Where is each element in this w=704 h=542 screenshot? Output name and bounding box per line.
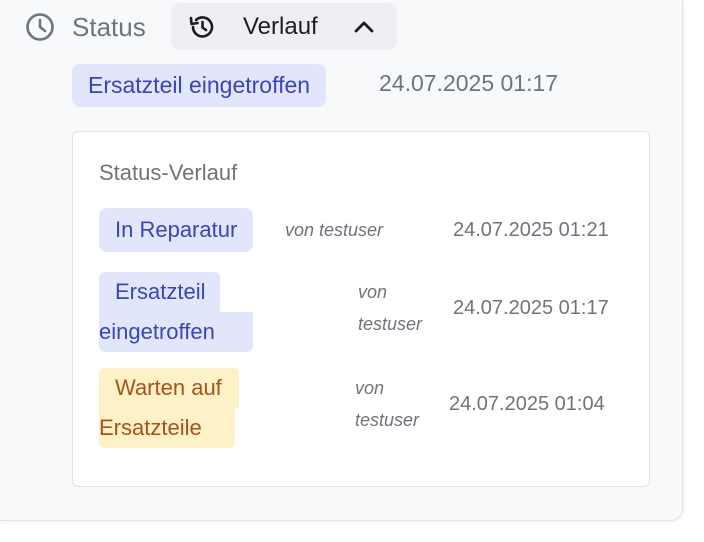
history-title: Status-Verlauf [99,160,238,185]
current-status-badge: Ersatzteil eingetroffen [72,64,327,107]
changed-by-text: von testuser [285,220,384,240]
status-badge: Ersatzteil eingetroffen [99,272,253,352]
history-row: In Reparatur von testuser 24.07.2025 01:… [73,208,649,252]
changed-by-text: testuser [358,314,423,334]
status-badge-line: Warten auf [99,368,239,408]
history-toggle-label: Verlauf [243,13,318,40]
history-timestamp: 24.07.2025 01:21 [453,219,609,241]
changed-by-text: testuser [355,410,420,430]
status-label: Status [72,12,146,42]
status-badge-line: eingetroffen [99,312,253,352]
current-status-timestamp: 24.07.2025 01:17 [379,70,559,96]
history-row: Warten auf Ersatzteile von testuser 24.0… [73,368,649,448]
chevron-up-icon [354,21,374,33]
changed-by-text: von [355,378,385,398]
status-history-card: Status-Verlauf In Reparatur von testuser… [72,131,650,487]
history-icon [189,16,214,38]
history-toggle-button[interactable]: Verlauf [171,3,397,50]
status-badge: In Reparatur [99,208,254,252]
status-badge-line: Ersatzteile [99,408,235,448]
clock-icon [26,13,54,41]
status-badge: Warten auf Ersatzteile [99,368,239,448]
status-badge-line: Ersatzteil [99,272,220,312]
status-panel: Status Verlauf Ersatzteil eingetroffen 2… [0,0,683,521]
history-timestamp: 24.07.2025 01:04 [449,393,605,415]
changed-by-text: von [358,282,388,302]
history-timestamp: 24.07.2025 01:17 [453,297,609,319]
history-row: Ersatzteil eingetroffen von testuser 24.… [73,272,649,352]
